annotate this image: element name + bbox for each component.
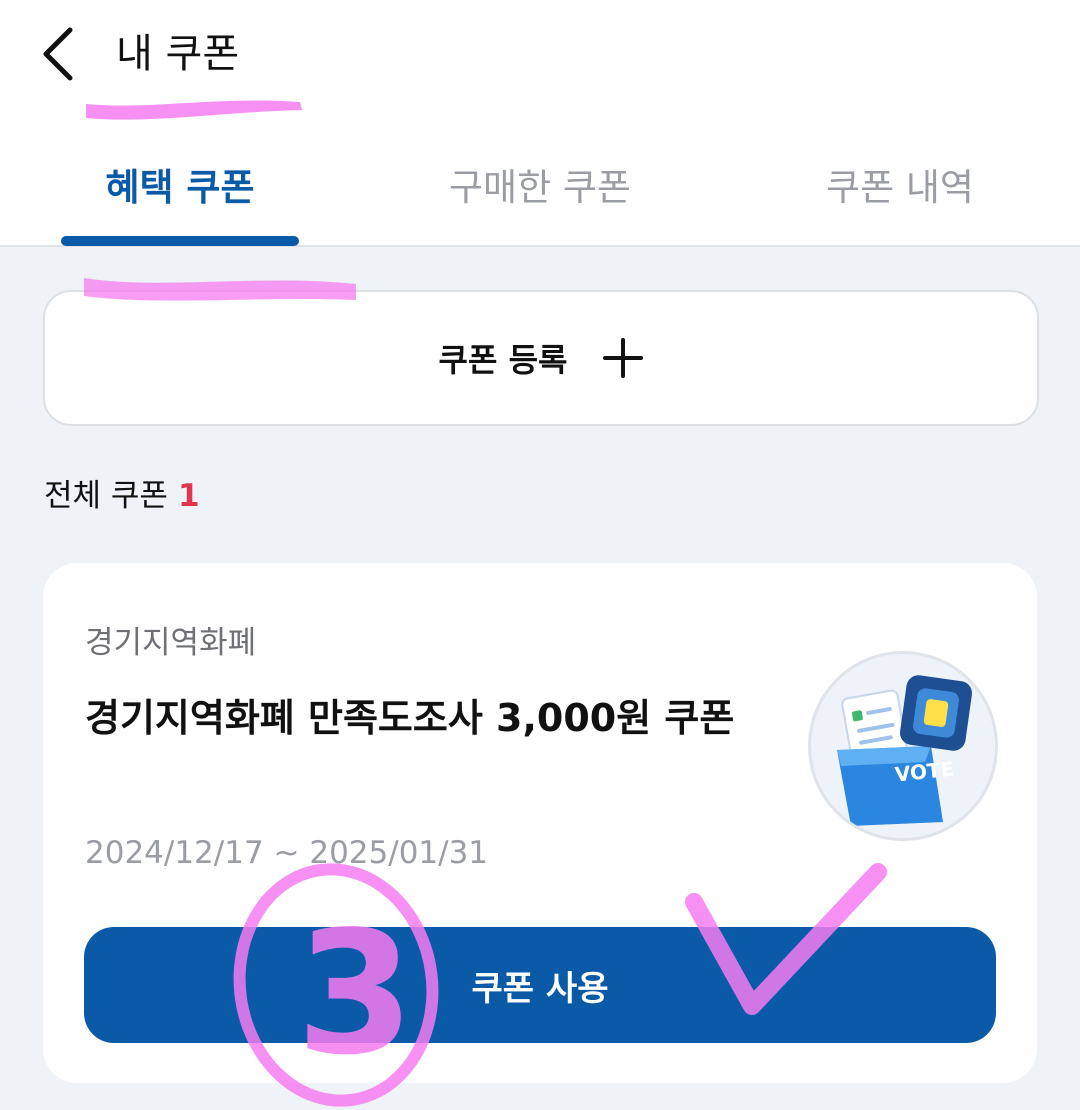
top-bar: 내 쿠폰 혜택 쿠폰 구매한 쿠폰 쿠폰 내역 (0, 0, 1080, 247)
tab-coupon-history[interactable]: 쿠폰 내역 (780, 158, 1020, 218)
register-coupon-button[interactable]: 쿠폰 등록 (43, 290, 1039, 426)
vote-label: VOTE (894, 757, 956, 787)
plus-icon (603, 338, 644, 378)
coupon-title: 경기지역화폐 만족도조사 3,000원 쿠폰 (85, 696, 735, 740)
coupon-validity-dates: 2024/12/17 ~ 2025/01/31 (85, 835, 489, 871)
active-tab-indicator (61, 236, 299, 246)
vote-box-image: VOTE (808, 651, 998, 841)
tab-purchased-coupons[interactable]: 구매한 쿠폰 (420, 158, 660, 218)
tab-benefit-coupons[interactable]: 혜택 쿠폰 (60, 158, 300, 218)
page-title: 내 쿠폰 (116, 31, 240, 77)
total-coupons: 전체 쿠폰 1 (44, 474, 200, 518)
total-coupons-count: 1 (177, 478, 200, 514)
coupon-brand: 경기지역화폐 (85, 625, 257, 661)
coupon-card: 경기지역화폐 경기지역화폐 만족도조사 3,000원 쿠폰 2024/12/17… (43, 563, 1037, 1083)
back-button[interactable] (36, 26, 84, 82)
register-coupon-label: 쿠폰 등록 (438, 341, 568, 379)
use-coupon-button[interactable]: 쿠폰 사용 (84, 927, 996, 1043)
total-coupons-label: 전체 쿠폰 (44, 478, 168, 514)
use-coupon-label: 쿠폰 사용 (471, 968, 609, 1009)
chevron-left-icon (43, 27, 73, 81)
